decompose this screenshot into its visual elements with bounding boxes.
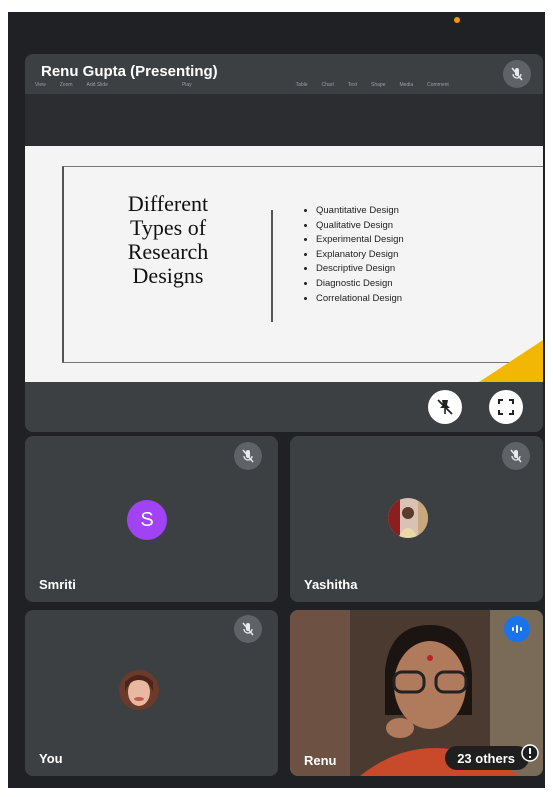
toolbar-item: Add Slide bbox=[86, 82, 108, 88]
speaking-indicator-icon bbox=[504, 616, 530, 642]
presenter-mic-off-icon bbox=[503, 60, 531, 88]
slide-bullet-list: Quantitative Design Qualitative Design E… bbox=[304, 204, 404, 306]
presenter-label: Renu Gupta (Presenting) bbox=[41, 63, 218, 80]
mic-off-icon bbox=[234, 442, 262, 470]
participant-tile-smriti[interactable]: S Smriti bbox=[25, 436, 278, 602]
slide-divider bbox=[271, 210, 273, 322]
toolbar-item: Table bbox=[295, 82, 308, 88]
participant-tile-yashitha[interactable]: Yashitha bbox=[290, 436, 543, 602]
participant-tile-renu[interactable]: Renu 23 others bbox=[290, 610, 543, 776]
mic-off-icon bbox=[502, 442, 530, 470]
slide-bullet: Descriptive Design bbox=[316, 262, 404, 277]
toolbar-item: Text bbox=[347, 82, 358, 88]
avatar bbox=[119, 670, 159, 710]
participant-name: Yashitha bbox=[304, 577, 358, 592]
toolbar-item: Play bbox=[181, 82, 192, 88]
slide-bullet: Correlational Design bbox=[316, 292, 404, 307]
slide-title-line: Different bbox=[127, 191, 209, 216]
slide-title-line: Designs bbox=[132, 263, 204, 288]
unpin-button[interactable] bbox=[428, 390, 462, 424]
meet-screen: Renu Gupta (Presenting) View Zoom Add Sl… bbox=[8, 12, 545, 788]
slide-bullet: Quantitative Design bbox=[316, 204, 404, 219]
slide-title-line: Research bbox=[127, 239, 209, 264]
shared-slide: Different Types of Research Designs Quan… bbox=[25, 146, 543, 382]
slide-backdrop bbox=[25, 94, 543, 146]
slide-bullet: Qualitative Design bbox=[316, 219, 404, 234]
slide-bullet: Explanatory Design bbox=[316, 248, 404, 263]
shared-app-toolbar: View Zoom Add Slide Play Table Chart Tex… bbox=[35, 82, 525, 92]
slide-title-line: Types of bbox=[129, 215, 207, 240]
slide-bullet: Experimental Design bbox=[316, 233, 404, 248]
slide-bullet: Diagnostic Design bbox=[316, 277, 404, 292]
fullscreen-button[interactable] bbox=[489, 390, 523, 424]
mic-off-icon bbox=[234, 615, 262, 643]
fullscreen-icon bbox=[498, 399, 514, 415]
others-count-button[interactable]: 23 others bbox=[445, 746, 529, 770]
participant-tile-you[interactable]: You bbox=[25, 610, 278, 776]
toolbar-item: View bbox=[35, 82, 46, 88]
participant-name: Smriti bbox=[39, 577, 76, 592]
participant-name: You bbox=[39, 751, 63, 766]
info-alert-icon[interactable] bbox=[521, 744, 539, 762]
presentation-tile[interactable]: Renu Gupta (Presenting) View Zoom Add Sl… bbox=[25, 54, 543, 432]
slide-title: Different Types of Research Designs bbox=[73, 192, 263, 288]
avatar: S bbox=[127, 500, 167, 540]
toolbar-item: Shape bbox=[371, 82, 386, 88]
participant-name: Renu bbox=[304, 753, 337, 768]
toolbar-item: Chart bbox=[321, 82, 334, 88]
avatar bbox=[388, 498, 428, 538]
slide-accent-triangle bbox=[479, 340, 543, 382]
toolbar-item: Comment bbox=[427, 82, 449, 88]
unpin-icon bbox=[437, 399, 453, 415]
toolbar-item: Media bbox=[399, 82, 414, 88]
toolbar-item: Zoom bbox=[59, 82, 73, 88]
status-dot bbox=[454, 17, 460, 23]
others-count-label: 23 others bbox=[457, 750, 515, 766]
